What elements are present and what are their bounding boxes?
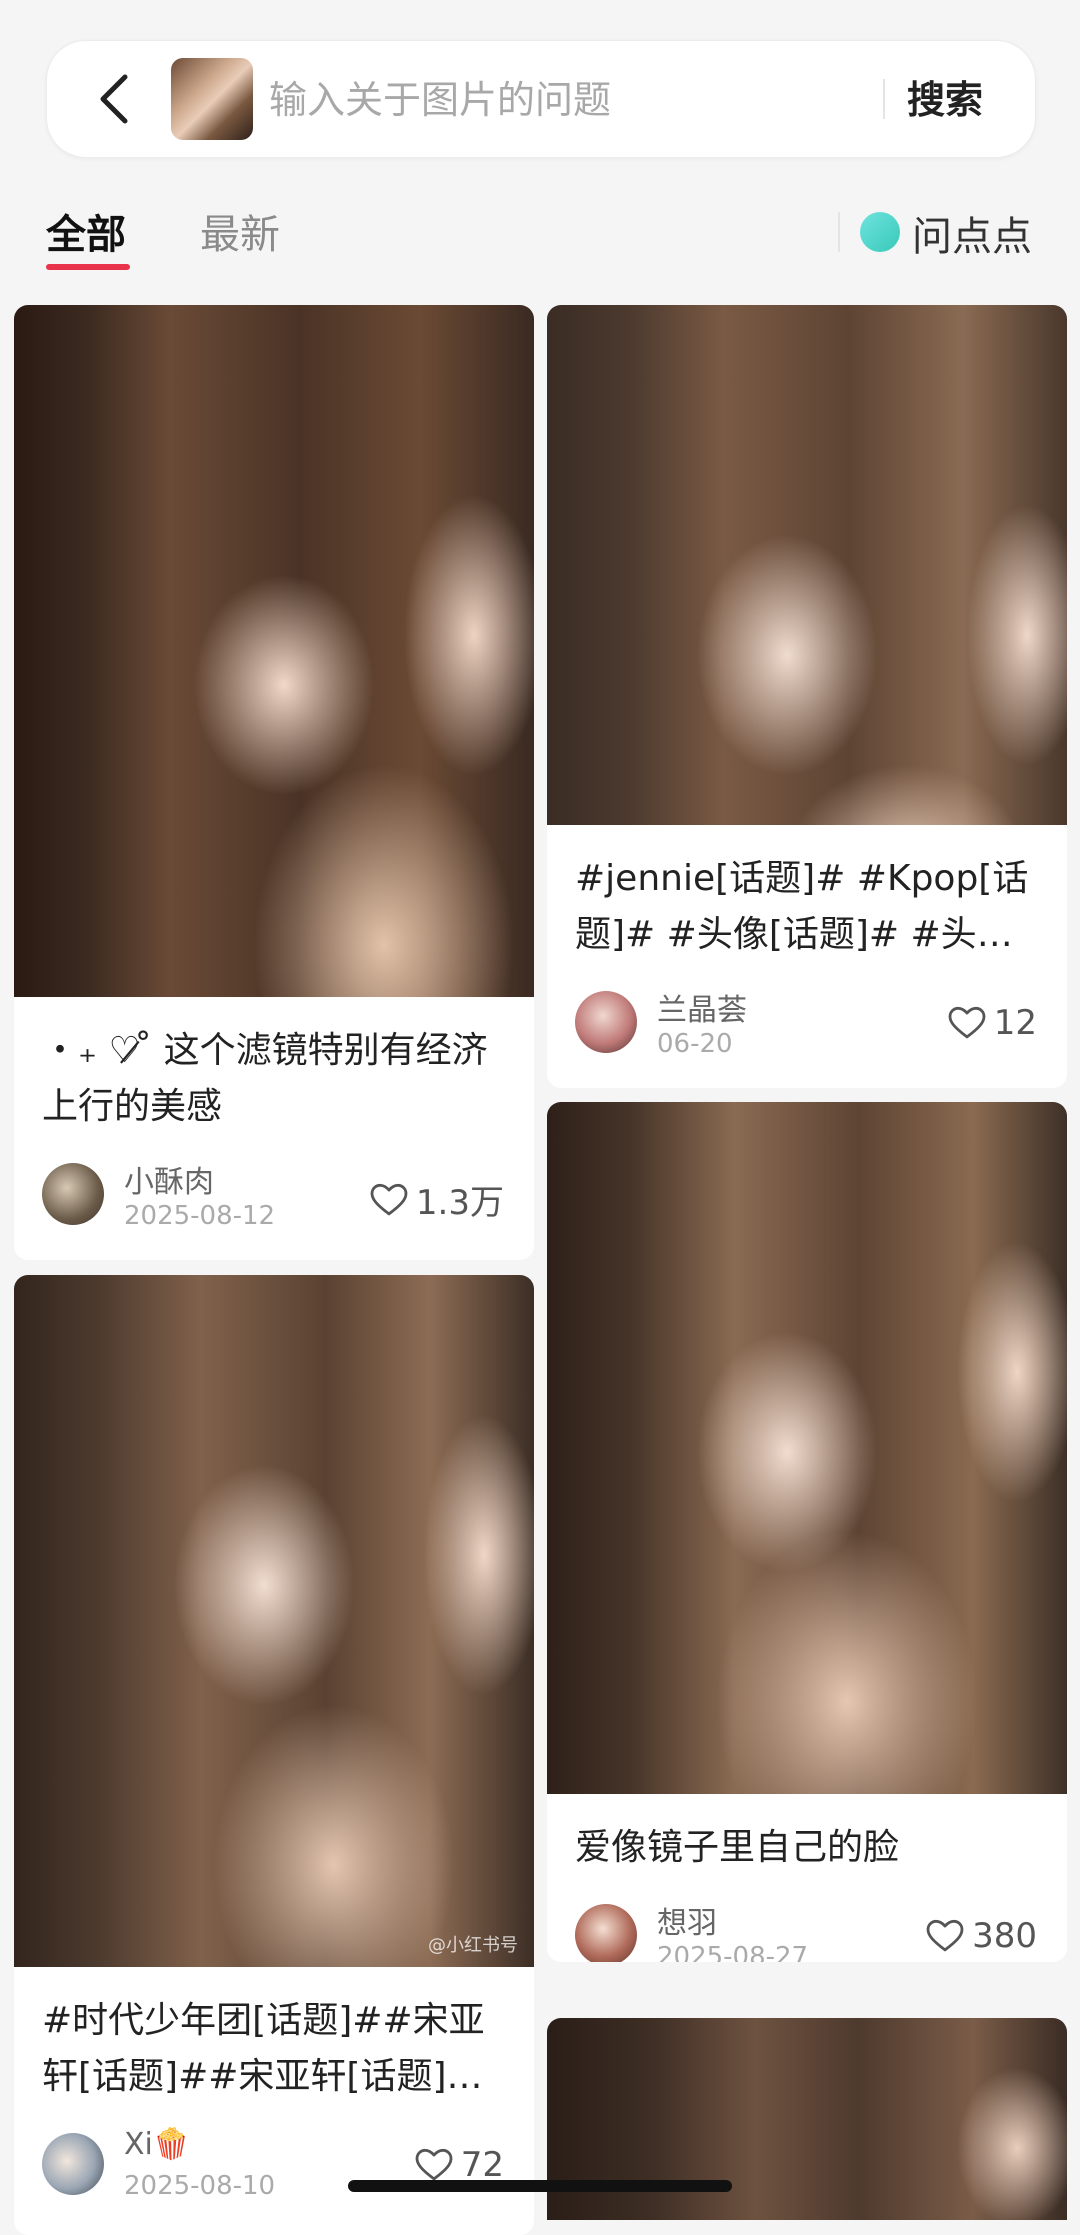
like-count: 12 [993, 1003, 1037, 1043]
note-cover-image[interactable]: @小红书号 [14, 1275, 534, 1967]
note-title[interactable]: #jennie[话题]# #Kpop[话题]# #头像[话题]# #头像… [575, 851, 1043, 963]
ask-divider [838, 212, 840, 252]
author-name[interactable]: Xi🍿 [124, 2127, 190, 2162]
author-name[interactable]: 想羽 [657, 1898, 717, 1942]
note-cover-image[interactable] [14, 305, 534, 997]
search-input[interactable] [267, 63, 871, 137]
avatar[interactable] [42, 1163, 104, 1225]
note-title[interactable]: #时代少年团[话题]##宋亚轩[话题]##宋亚轩[话题]… [42, 1993, 510, 2105]
author-name[interactable]: 兰晶荟 [657, 985, 747, 1029]
home-indicator[interactable] [348, 2180, 732, 2192]
note-cover-image[interactable] [547, 305, 1067, 825]
note-card[interactable]: @小红书号 #时代少年团[话题]##宋亚轩[话题]##宋亚轩[话题]… Xi🍿 … [14, 1275, 534, 2235]
heart-icon [926, 1919, 964, 1952]
like-count: 72 [460, 2145, 504, 2185]
note-card[interactable]: 爱像镜子里自己的脸 想羽 2025-08-27 380 [547, 1102, 1067, 1962]
like-button[interactable]: 1.3万 [370, 1175, 504, 1224]
query-image-thumbnail[interactable] [171, 58, 253, 140]
avatar[interactable] [575, 1904, 637, 1962]
post-date: 2025-08-10 [124, 2171, 276, 2201]
back-button[interactable] [87, 67, 147, 131]
author-name[interactable]: 小酥肉 [124, 1157, 214, 1201]
note-title[interactable]: ・₊ ♡̷ ̊ 这个滤镜特别有经济上行的美感 [42, 1023, 510, 1135]
note-title[interactable]: 爱像镜子里自己的脸 [575, 1820, 1043, 1876]
back-arrow-icon [100, 74, 128, 124]
avatar[interactable] [575, 991, 637, 1053]
note-card[interactable]: #jennie[话题]# #Kpop[话题]# #头像[话题]# #头像… 兰晶… [547, 305, 1067, 1088]
ask-ai-icon[interactable] [860, 212, 900, 252]
image-watermark: @小红书号 [428, 1935, 518, 1956]
like-count: 1.3万 [415, 1183, 504, 1223]
post-date: 06-20 [657, 1029, 733, 1059]
post-date: 2025-08-12 [124, 1201, 276, 1231]
tab-all[interactable]: 全部 [46, 202, 126, 260]
search-divider [883, 79, 885, 119]
active-tab-indicator [46, 264, 130, 270]
like-button[interactable]: 380 [926, 1916, 1037, 1956]
tab-latest[interactable]: 最新 [200, 202, 280, 260]
post-date: 2025-08-27 [657, 1942, 809, 1962]
like-button[interactable]: 72 [415, 2145, 504, 2185]
heart-icon [415, 2148, 453, 2181]
avatar[interactable] [42, 2133, 104, 2195]
heart-icon [370, 1183, 408, 1215]
search-bar: 搜索 [46, 40, 1036, 158]
like-count: 380 [972, 1916, 1037, 1956]
ask-ai-button[interactable]: 问点点 [912, 204, 1032, 262]
note-card[interactable]: ・₊ ♡̷ ̊ 这个滤镜特别有经济上行的美感 小酥肉 2025-08-12 1.… [14, 305, 534, 1260]
search-button[interactable]: 搜索 [907, 69, 983, 124]
heart-icon [948, 1006, 986, 1039]
note-cover-image[interactable] [547, 1102, 1067, 1794]
like-button[interactable]: 12 [948, 1003, 1037, 1043]
